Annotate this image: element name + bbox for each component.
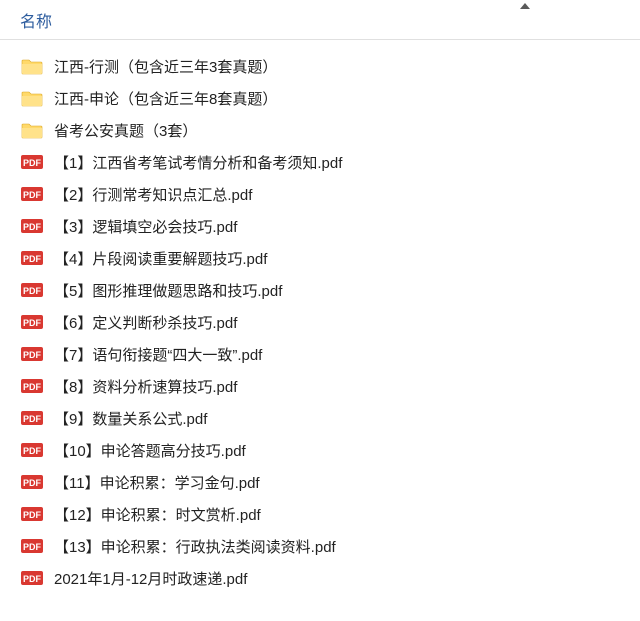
folder-icon — [20, 54, 44, 78]
file-name-label: 【3】逻辑填空必会技巧.pdf — [54, 216, 237, 237]
file-row[interactable]: 江西-申论（包含近三年8套真题） — [0, 82, 640, 114]
file-row[interactable]: 【9】数量关系公式.pdf — [0, 402, 640, 434]
sort-ascending-icon — [520, 3, 530, 9]
file-row[interactable]: 省考公安真题（3套） — [0, 114, 640, 146]
file-row[interactable]: 【2】行测常考知识点汇总.pdf — [0, 178, 640, 210]
pdf-icon — [20, 278, 44, 302]
file-row[interactable]: 【12】申论积累：时文赏析.pdf — [0, 498, 640, 530]
file-name-label: 2021年1月-12月时政速递.pdf — [54, 568, 247, 589]
file-row[interactable]: 【8】资料分析速算技巧.pdf — [0, 370, 640, 402]
file-name-label: 【6】定义判断秒杀技巧.pdf — [54, 312, 237, 333]
file-name-label: 【12】申论积累：时文赏析.pdf — [54, 504, 261, 525]
pdf-icon — [20, 214, 44, 238]
file-name-label: 【1】江西省考笔试考情分析和备考须知.pdf — [54, 152, 342, 173]
file-name-label: 【9】数量关系公式.pdf — [54, 408, 207, 429]
pdf-icon — [20, 438, 44, 462]
file-name-label: 【11】申论积累：学习金句.pdf — [54, 472, 260, 493]
column-name-label: 名称 — [20, 8, 52, 32]
file-row[interactable]: 【7】语句衔接题“四大一致”.pdf — [0, 338, 640, 370]
pdf-icon — [20, 534, 44, 558]
folder-icon — [20, 86, 44, 110]
file-name-label: 【10】申论答题高分技巧.pdf — [54, 440, 246, 461]
pdf-icon — [20, 502, 44, 526]
column-header[interactable]: 名称 — [0, 0, 640, 40]
pdf-icon — [20, 566, 44, 590]
file-row[interactable]: 【3】逻辑填空必会技巧.pdf — [0, 210, 640, 242]
pdf-icon — [20, 342, 44, 366]
file-name-label: 省考公安真题（3套） — [54, 120, 197, 141]
file-name-label: 【8】资料分析速算技巧.pdf — [54, 376, 237, 397]
folder-icon — [20, 118, 44, 142]
file-name-label: 【5】图形推理做题思路和技巧.pdf — [54, 280, 282, 301]
file-row[interactable]: 【11】申论积累：学习金句.pdf — [0, 466, 640, 498]
file-row[interactable]: 【5】图形推理做题思路和技巧.pdf — [0, 274, 640, 306]
file-row[interactable]: 【1】江西省考笔试考情分析和备考须知.pdf — [0, 146, 640, 178]
file-row[interactable]: 【6】定义判断秒杀技巧.pdf — [0, 306, 640, 338]
file-list: 江西-行测（包含近三年3套真题） 江西-申论（包含近三年8套真题） 省考公安真题（3… — [0, 40, 640, 604]
file-name-label: 江西-申论（包含近三年8套真题） — [54, 88, 277, 109]
file-name-label: 【4】片段阅读重要解题技巧.pdf — [54, 248, 267, 269]
file-name-label: 【7】语句衔接题“四大一致”.pdf — [54, 344, 262, 365]
pdf-icon — [20, 150, 44, 174]
file-row[interactable]: 2021年1月-12月时政速递.pdf — [0, 562, 640, 594]
pdf-icon — [20, 406, 44, 430]
pdf-icon — [20, 470, 44, 494]
file-name-label: 【2】行测常考知识点汇总.pdf — [54, 184, 252, 205]
file-row[interactable]: 【13】申论积累：行政执法类阅读资料.pdf — [0, 530, 640, 562]
file-row[interactable]: 江西-行测（包含近三年3套真题） — [0, 50, 640, 82]
pdf-icon — [20, 246, 44, 270]
file-name-label: 【13】申论积累：行政执法类阅读资料.pdf — [54, 536, 336, 557]
file-row[interactable]: 【4】片段阅读重要解题技巧.pdf — [0, 242, 640, 274]
pdf-icon — [20, 374, 44, 398]
pdf-icon — [20, 310, 44, 334]
pdf-icon — [20, 182, 44, 206]
file-name-label: 江西-行测（包含近三年3套真题） — [54, 56, 277, 77]
file-row[interactable]: 【10】申论答题高分技巧.pdf — [0, 434, 640, 466]
